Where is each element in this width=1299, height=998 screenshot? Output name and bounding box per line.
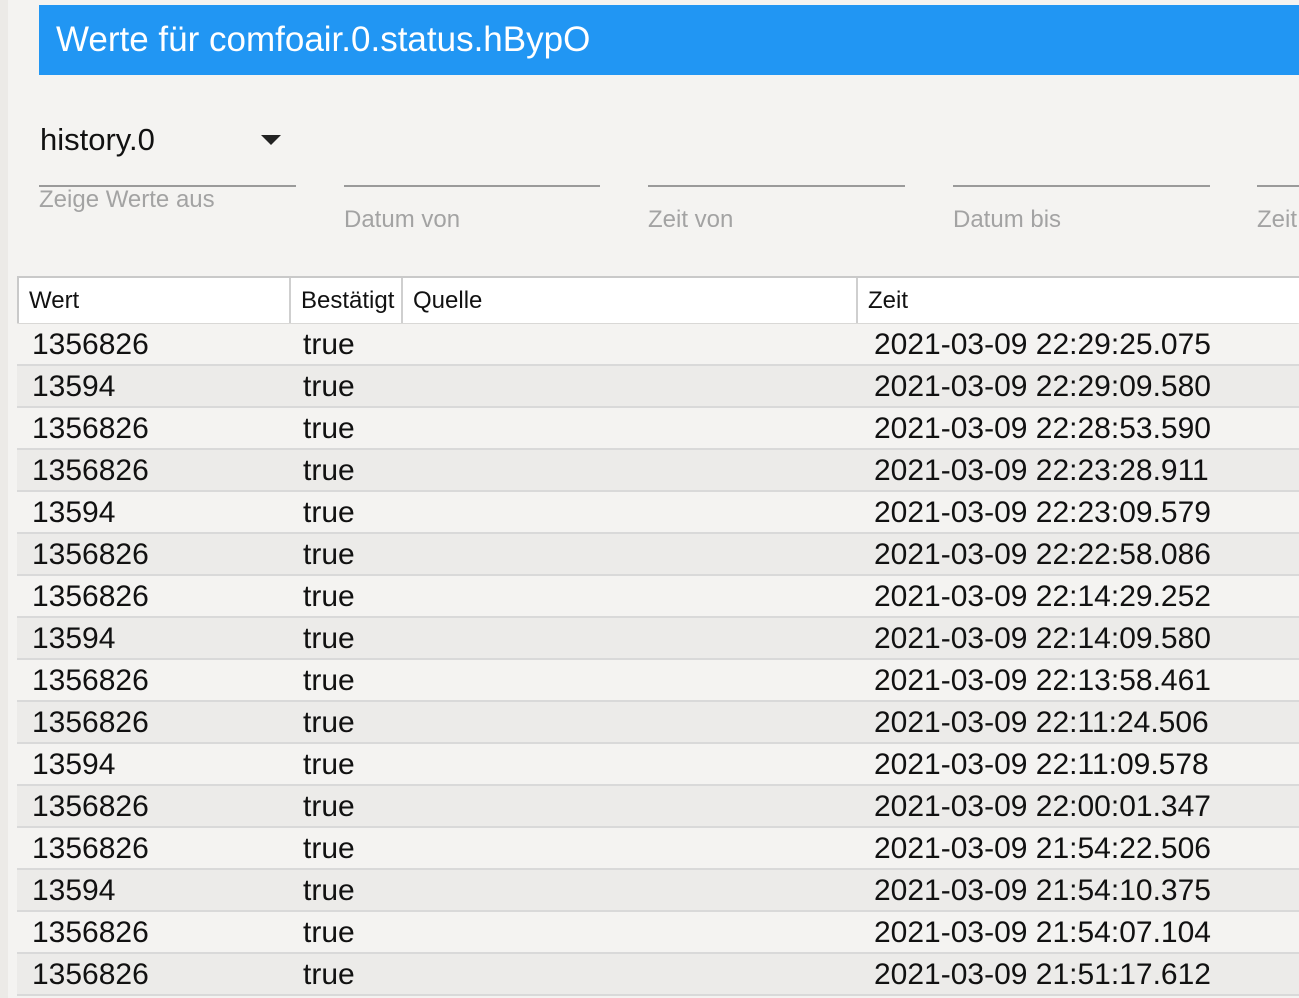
cell-bestaetigt: true — [303, 748, 355, 781]
date-from-underline — [344, 185, 600, 187]
column-header-zeit[interactable]: Zeit — [858, 278, 1299, 323]
time-to-field[interactable]: Zeit bis — [1257, 150, 1299, 240]
time-from-field[interactable]: Zeit von — [648, 150, 905, 240]
cell-wert: 1356826 — [32, 454, 149, 487]
cell-wert: 13594 — [32, 748, 116, 781]
table-row[interactable]: 13594 true 2021-03-09 22:23:09.579 — [17, 492, 1299, 534]
cell-wert: 1356826 — [32, 538, 149, 571]
cell-bestaetigt: true — [303, 370, 355, 403]
table-row[interactable]: 13594 true 2021-03-09 21:54:10.375 — [17, 870, 1299, 912]
cell-bestaetigt: true — [303, 412, 355, 445]
table-row[interactable]: 1356826 true 2021-03-09 22:29:25.075 — [17, 324, 1299, 366]
date-to-field[interactable]: Datum bis — [953, 150, 1210, 240]
cell-zeit: 2021-03-09 22:22:58.086 — [874, 538, 1211, 571]
cell-zeit: 2021-03-09 22:11:24.506 — [874, 706, 1209, 739]
cell-zeit: 2021-03-09 22:23:09.579 — [874, 496, 1211, 529]
cell-bestaetigt: true — [303, 790, 355, 823]
cell-wert: 13594 — [32, 370, 116, 403]
time-from-label: Zeit von — [648, 206, 734, 233]
cell-bestaetigt: true — [303, 916, 355, 949]
cell-bestaetigt: true — [303, 580, 355, 613]
table-row[interactable]: 1356826 true 2021-03-09 22:28:53.590 — [17, 408, 1299, 450]
date-to-underline — [953, 185, 1210, 187]
cell-wert: 1356826 — [32, 412, 149, 445]
time-to-label: Zeit bis — [1257, 206, 1299, 233]
cell-bestaetigt: true — [303, 328, 355, 361]
instance-select-value[interactable]: history.0 — [40, 122, 155, 158]
cell-wert: 1356826 — [32, 790, 149, 823]
cell-wert: 13594 — [32, 874, 116, 907]
cell-zeit: 2021-03-09 21:54:07.104 — [874, 916, 1211, 949]
table-row[interactable]: 13594 true 2021-03-09 22:29:09.580 — [17, 366, 1299, 408]
column-header-wert[interactable]: Wert — [19, 278, 291, 323]
table-row[interactable]: 1356826 true 2021-03-09 22:00:01.347 — [17, 786, 1299, 828]
instance-select-label: Zeige Werte aus — [39, 186, 215, 213]
cell-bestaetigt: true — [303, 496, 355, 529]
cell-bestaetigt: true — [303, 664, 355, 697]
dialog-left-edge — [0, 0, 8, 998]
cell-wert: 13594 — [32, 622, 116, 655]
table-row[interactable]: 1356826 true 2021-03-09 21:54:07.104 — [17, 912, 1299, 954]
cell-wert: 13594 — [32, 496, 116, 529]
cell-wert: 1356826 — [32, 958, 149, 991]
cell-zeit: 2021-03-09 22:11:09.578 — [874, 748, 1209, 781]
cell-bestaetigt: true — [303, 958, 355, 991]
cell-zeit: 2021-03-09 21:51:17.612 — [874, 958, 1211, 991]
cell-wert: 1356826 — [32, 916, 149, 949]
cell-wert: 1356826 — [32, 664, 149, 697]
cell-zeit: 2021-03-09 22:28:53.590 — [874, 412, 1211, 445]
date-from-field[interactable]: Datum von — [344, 150, 600, 240]
cell-zeit: 2021-03-09 22:23:28.911 — [874, 454, 1209, 487]
values-table: Wert Bestätigt Quelle Zeit 1356826 true 20… — [17, 276, 1299, 998]
date-to-label: Datum bis — [953, 206, 1062, 233]
cell-zeit: 2021-03-09 22:13:58.461 — [874, 664, 1211, 697]
table-row[interactable]: 1356826 true 2021-03-09 21:51:17.612 — [17, 954, 1299, 996]
table-row[interactable]: 1356826 true 2021-03-09 22:11:24.506 — [17, 702, 1299, 744]
cell-bestaetigt: true — [303, 622, 355, 655]
dropdown-arrow-icon[interactable] — [261, 135, 281, 145]
cell-bestaetigt: true — [303, 454, 355, 487]
instance-select[interactable]: history.0 — [39, 100, 296, 188]
cell-zeit: 2021-03-09 22:14:29.252 — [874, 580, 1211, 613]
table-header: Wert Bestätigt Quelle Zeit — [17, 276, 1299, 323]
cell-zeit: 2021-03-09 22:29:25.075 — [874, 328, 1211, 361]
time-to-underline — [1257, 185, 1299, 187]
column-header-quelle[interactable]: Quelle — [403, 278, 858, 323]
cell-wert: 1356826 — [32, 328, 149, 361]
dialog-title: Werte für comfoair.0.status.hBypO — [39, 5, 1299, 75]
table-row[interactable]: 13594 true 2021-03-09 22:11:09.578 — [17, 744, 1299, 786]
cell-zeit: 2021-03-09 22:29:09.580 — [874, 370, 1211, 403]
table-row[interactable]: 1356826 true 2021-03-09 22:22:58.086 — [17, 534, 1299, 576]
cell-bestaetigt: true — [303, 538, 355, 571]
cell-zeit: 2021-03-09 22:14:09.580 — [874, 622, 1211, 655]
cell-wert: 1356826 — [32, 580, 149, 613]
history-dialog: Werte für comfoair.0.status.hBypO histor… — [0, 0, 1299, 998]
table-row[interactable]: 1356826 true 2021-03-09 22:13:58.461 — [17, 660, 1299, 702]
table-row[interactable]: 1356826 true 2021-03-09 22:14:29.252 — [17, 576, 1299, 618]
cell-bestaetigt: true — [303, 832, 355, 865]
table-row[interactable]: 13594 true 2021-03-09 22:14:09.580 — [17, 618, 1299, 660]
cell-zeit: 2021-03-09 21:54:22.506 — [874, 832, 1211, 865]
table-row[interactable]: 1356826 true 2021-03-09 22:23:28.911 — [17, 450, 1299, 492]
cell-wert: 1356826 — [32, 832, 149, 865]
cell-zeit: 2021-03-09 21:54:10.375 — [874, 874, 1211, 907]
table-row[interactable]: 1356826 true 2021-03-09 21:54:22.506 — [17, 828, 1299, 870]
cell-bestaetigt: true — [303, 874, 355, 907]
column-header-bestaetigt[interactable]: Bestätigt — [291, 278, 403, 323]
time-from-underline — [648, 185, 905, 187]
cell-bestaetigt: true — [303, 706, 355, 739]
cell-zeit: 2021-03-09 22:00:01.347 — [874, 790, 1211, 823]
date-from-label: Datum von — [344, 206, 461, 233]
table-body: 1356826 true 2021-03-09 22:29:25.075 13594 t… — [17, 324, 1299, 996]
cell-wert: 1356826 — [32, 706, 149, 739]
